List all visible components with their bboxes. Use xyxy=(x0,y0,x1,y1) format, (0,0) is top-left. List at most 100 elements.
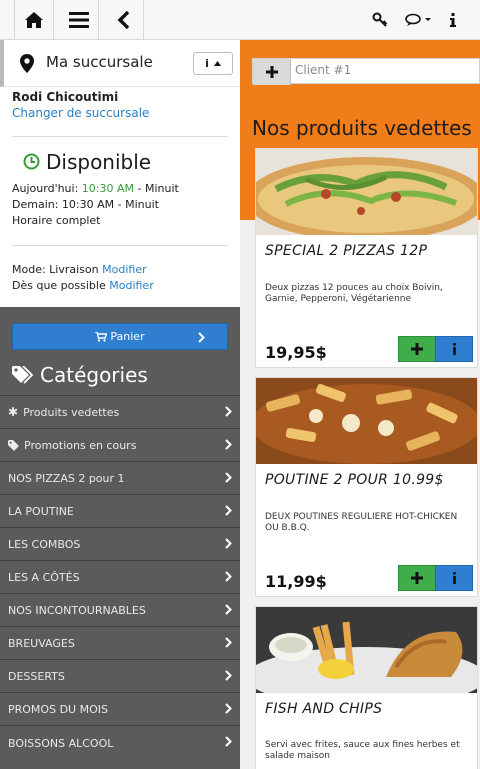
branch-header-label: Ma succursale xyxy=(46,53,153,71)
category-label: NOS PIZZAS 2 pour 1 xyxy=(8,471,125,485)
featured-title: Nos produits vedettes xyxy=(252,116,472,140)
chevron-right-icon xyxy=(225,406,232,417)
product-price: 19,95$ xyxy=(265,343,327,362)
delivery-mode: Mode: Livraison Modifier xyxy=(12,263,147,276)
chevron-right-icon xyxy=(225,736,232,747)
chat-dropdown-button[interactable] xyxy=(402,0,434,40)
modify-mode-link[interactable]: Modifier xyxy=(102,263,146,276)
category-label: Promotions en cours xyxy=(24,438,137,452)
menu-button[interactable] xyxy=(59,0,99,40)
asterisk-icon: ✱ xyxy=(8,405,19,419)
category-item[interactable]: NOS INCONTOURNABLES xyxy=(0,593,240,626)
add-to-cart-button[interactable] xyxy=(398,565,436,591)
add-client-button[interactable] xyxy=(253,59,291,85)
plus-icon xyxy=(411,343,423,355)
key-button[interactable] xyxy=(368,0,392,40)
delivery-time-label: Dès que possible xyxy=(12,279,106,292)
plus-icon xyxy=(265,66,278,78)
hours-today-open: 10:30 AM xyxy=(81,182,135,195)
chevron-right-icon xyxy=(225,637,232,648)
info-icon xyxy=(452,572,456,584)
product-info-button[interactable] xyxy=(435,565,473,591)
divider xyxy=(12,136,228,137)
product-description: Servi avec frites, sauce aux fines herbe… xyxy=(265,740,460,761)
category-label: Produits vedettes xyxy=(23,405,120,419)
product-info-button[interactable] xyxy=(435,336,473,362)
category-item[interactable]: LA POUTINE xyxy=(0,494,240,527)
branch-details: Rodi Chicoutimi Changer de succursale Di… xyxy=(0,87,240,307)
info-button[interactable] xyxy=(444,0,462,40)
sidebar-categories: Panier Catégories ✱ Produits vedettes Pr… xyxy=(0,307,240,769)
chevron-right-icon xyxy=(225,472,232,483)
info-icon xyxy=(452,343,456,355)
clock-icon xyxy=(23,153,40,170)
branch-info-label: i xyxy=(205,57,209,70)
chevron-right-icon xyxy=(225,538,232,549)
product-card[interactable]: FISH AND CHIPS Servi avec frites, sauce … xyxy=(255,606,478,769)
left-panel: Ma succursale i Rodi Chicoutimi Changer … xyxy=(0,40,240,769)
product-title: FISH AND CHIPS xyxy=(265,701,383,717)
product-description: DEUX POUTINES REGULIERE HOT-CHICKEN OU B… xyxy=(265,512,458,533)
category-item[interactable]: DESSERTS xyxy=(0,659,240,692)
caret-up-icon xyxy=(213,61,221,66)
product-image-fish-and-chips xyxy=(256,607,477,693)
map-marker-icon xyxy=(20,54,34,73)
category-item[interactable]: Promotions en cours xyxy=(0,428,240,461)
category-label: NOS INCONTOURNABLES xyxy=(8,603,146,617)
top-toolbar xyxy=(0,0,480,40)
add-to-cart-button[interactable] xyxy=(398,336,436,362)
key-icon xyxy=(372,12,388,27)
hours-today-close: - Minuit xyxy=(137,182,179,195)
product-description: Deux pizzas 12 pouces au choix Boivin, G… xyxy=(265,283,443,304)
category-label: DESSERTS xyxy=(8,669,65,683)
product-title: SPECIAL 2 PIZZAS 12P xyxy=(265,243,428,259)
full-schedule-link[interactable]: Horaire complet xyxy=(12,214,100,227)
product-card[interactable]: POUTINE 2 POUR 10.99$ DEUX POUTINES REGU… xyxy=(255,377,478,597)
chevron-right-icon xyxy=(225,604,232,615)
product-card[interactable]: SPECIAL 2 PIZZAS 12P Deux pizzas 12 pouc… xyxy=(255,148,478,368)
categories-heading: Catégories xyxy=(12,363,148,387)
category-item[interactable]: BREUVAGES xyxy=(0,626,240,659)
cart-icon xyxy=(95,331,108,342)
hours-tomorrow: Demain: 10:30 AM - Minuit xyxy=(12,198,159,211)
category-item[interactable]: LES COMBOS xyxy=(0,527,240,560)
category-item[interactable]: NOS PIZZAS 2 pour 1 xyxy=(0,461,240,494)
branch-name: Rodi Chicoutimi xyxy=(12,90,119,104)
category-label: LES A CÔTÉS xyxy=(8,570,80,584)
client-label: Client #1 xyxy=(295,63,352,77)
category-label: LA POUTINE xyxy=(8,504,74,518)
delivery-mode-label: Mode: Livraison xyxy=(12,263,99,276)
category-item[interactable]: ✱ Produits vedettes xyxy=(0,395,240,428)
back-icon xyxy=(117,11,129,29)
category-item[interactable]: LES A CÔTÉS xyxy=(0,560,240,593)
home-button[interactable] xyxy=(14,0,54,40)
chevron-right-icon xyxy=(225,439,232,450)
category-label: BOISSONS ALCOOL xyxy=(8,737,114,750)
main-content: Client #1 Nos produits vedettes SPECIAL … xyxy=(240,40,480,769)
availability-status: Disponible xyxy=(46,150,152,174)
back-button[interactable] xyxy=(104,0,144,40)
hours-today: Aujourd'hui: 10:30 AM - Minuit xyxy=(12,182,179,195)
chat-icon xyxy=(405,13,431,26)
category-item[interactable]: PROMOS DU MOIS xyxy=(0,692,240,725)
delivery-time: Dès que possible Modifier xyxy=(12,279,154,292)
info-icon xyxy=(450,13,456,27)
category-label: LES COMBOS xyxy=(8,537,81,551)
category-label: PROMOS DU MOIS xyxy=(8,702,108,716)
chevron-right-icon xyxy=(225,703,232,714)
client-selector[interactable]: Client #1 xyxy=(252,58,480,85)
branch-header[interactable]: Ma succursale i xyxy=(0,40,240,87)
chevron-right-icon xyxy=(225,571,232,582)
change-branch-link[interactable]: Changer de succursale xyxy=(12,106,149,120)
plus-icon xyxy=(411,572,423,584)
menu-icon xyxy=(68,12,89,28)
category-item[interactable]: BOISSONS ALCOOL xyxy=(0,725,240,761)
product-price: 11,99$ xyxy=(265,572,327,591)
cart-button[interactable]: Panier xyxy=(12,323,228,350)
modify-time-link[interactable]: Modifier xyxy=(109,279,153,292)
tags-icon xyxy=(12,366,34,384)
categories-title: Catégories xyxy=(40,363,148,387)
product-image-pizza xyxy=(256,149,477,235)
branch-info-dropdown[interactable]: i xyxy=(193,52,233,75)
hours-today-label: Aujourd'hui: xyxy=(12,182,79,195)
